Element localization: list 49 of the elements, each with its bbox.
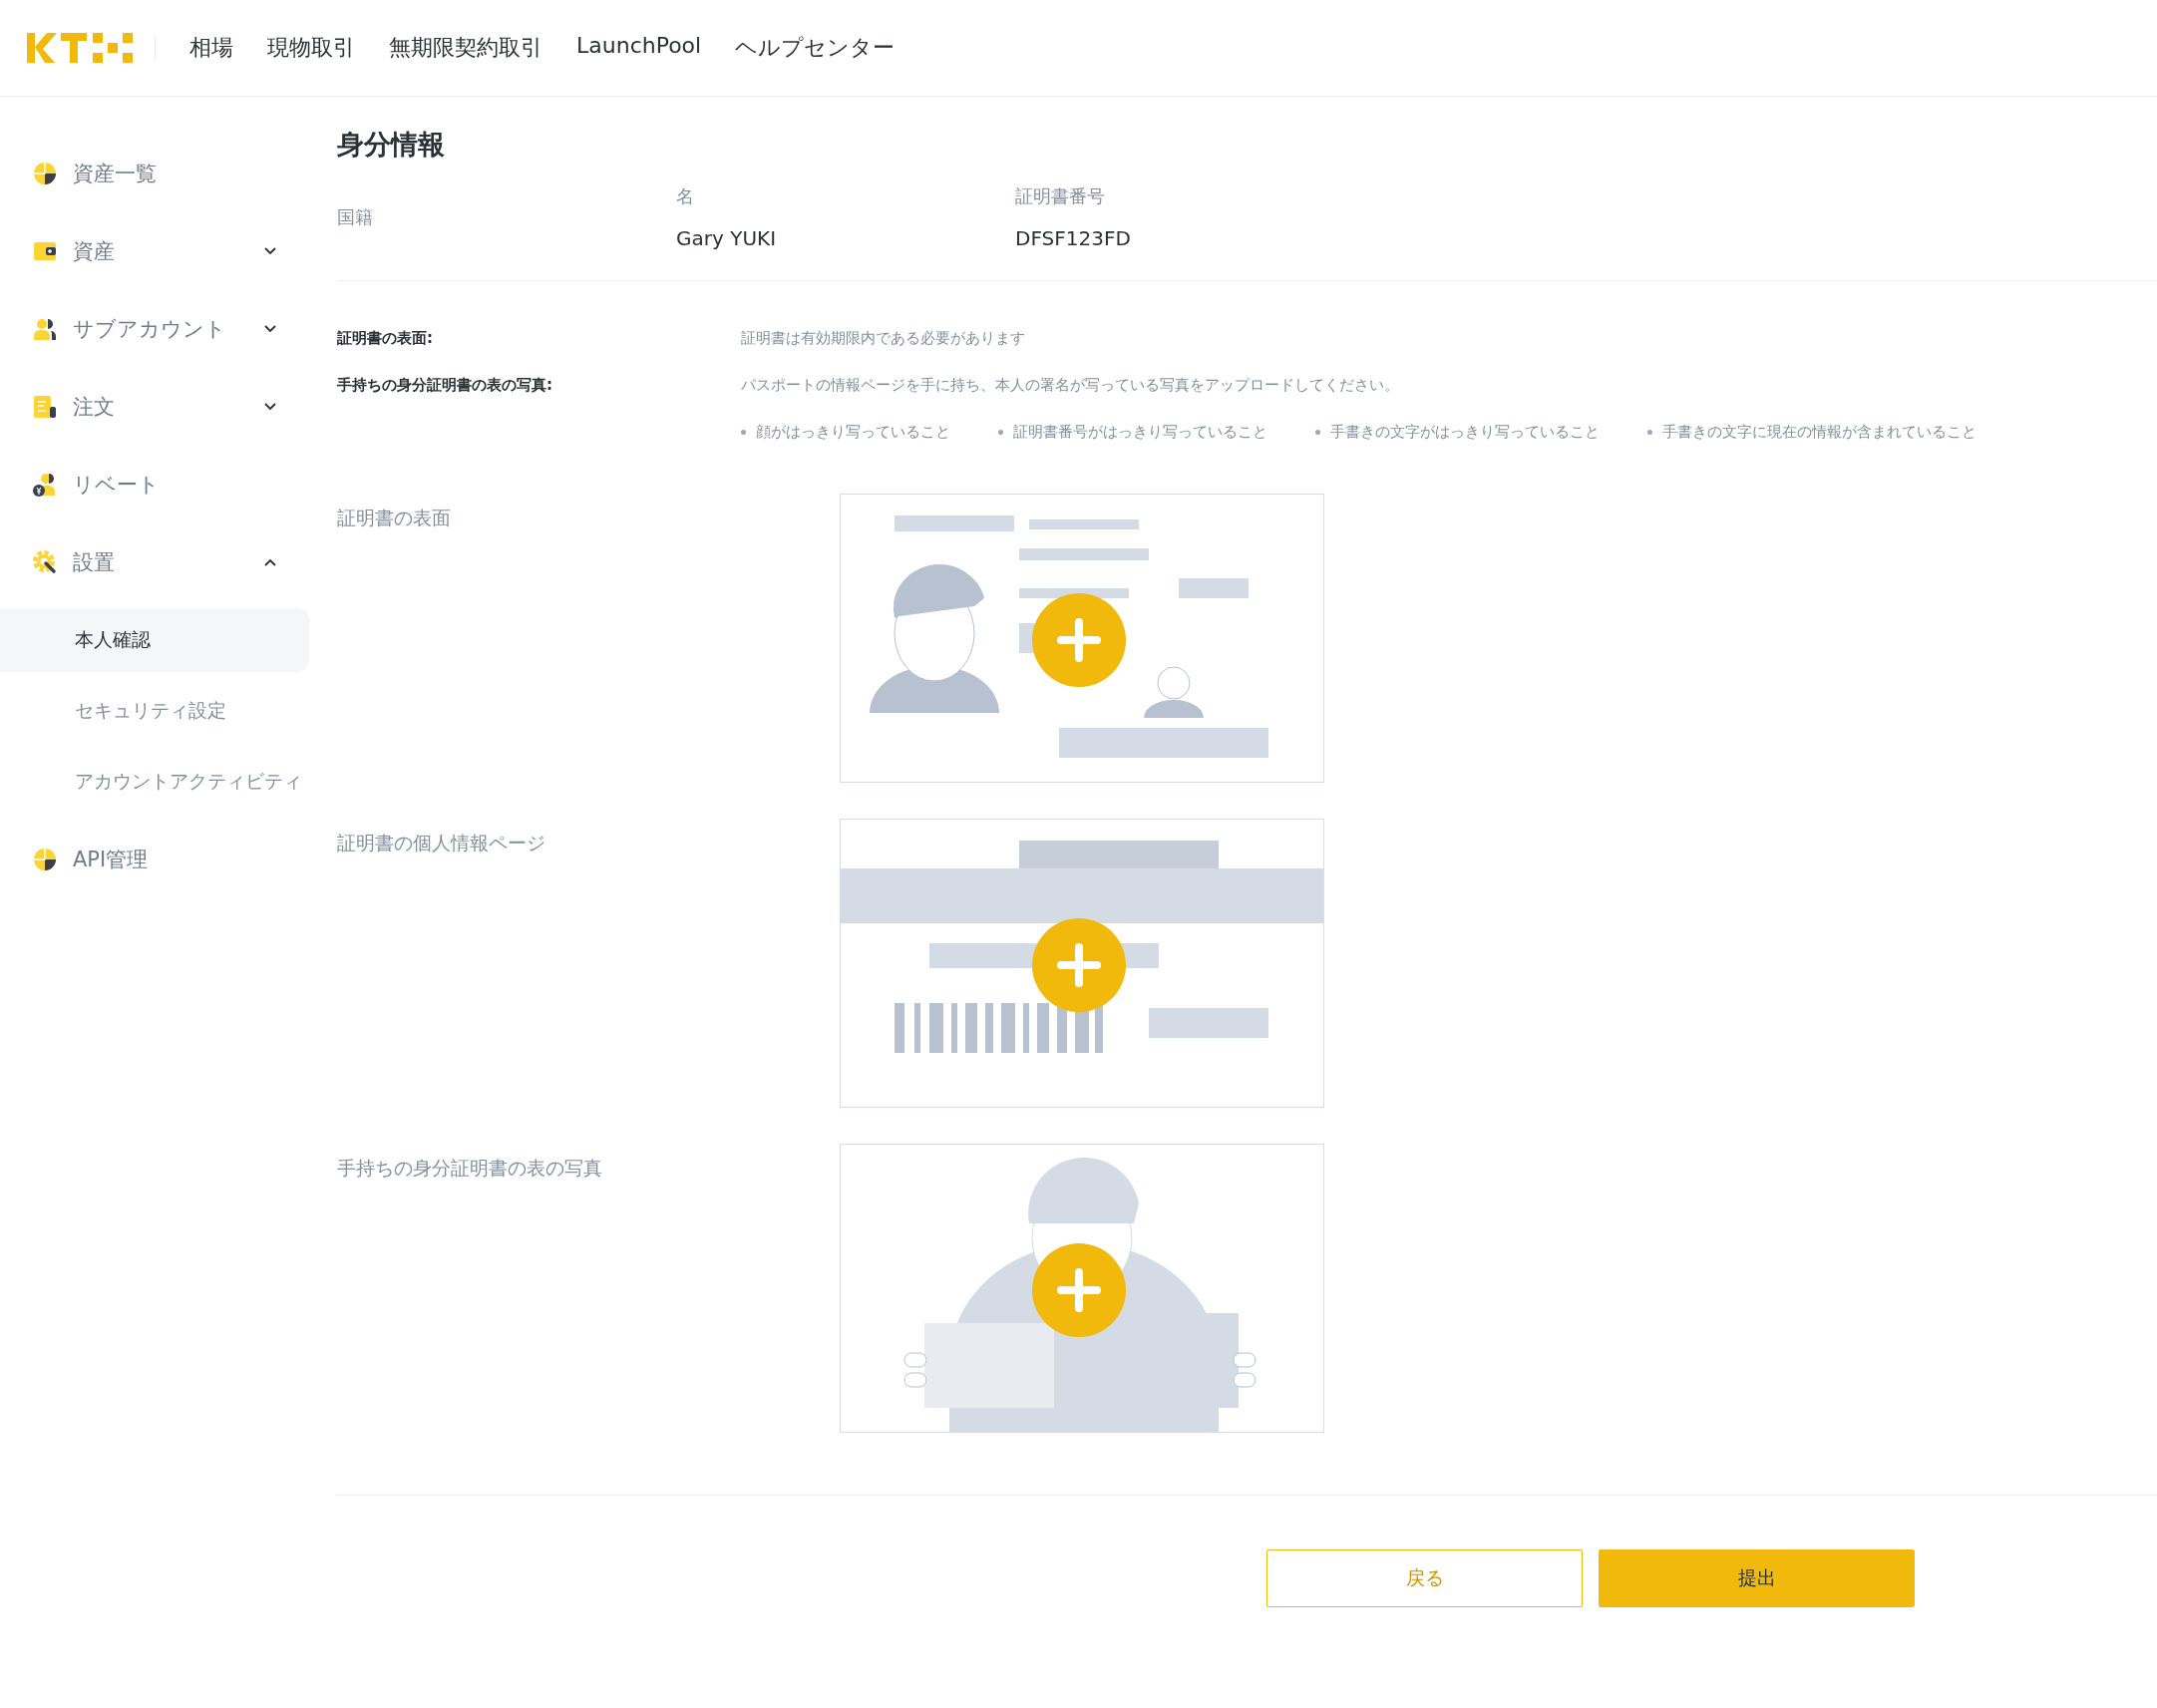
sidebar-item[interactable]: サブアカウント	[0, 290, 309, 368]
back-button[interactable]: 戻る	[1266, 1549, 1583, 1607]
nav-link[interactable]: 現物取引	[267, 33, 355, 63]
field-label: 名	[676, 184, 695, 208]
bullet-text: 手書きの文字がはっきり写っていること	[1330, 423, 1600, 442]
field-value: DFSF123FD	[1015, 226, 1132, 250]
logo-icon[interactable]	[27, 33, 133, 63]
sidebar-subitem[interactable]: アカウントアクティビティ	[0, 750, 309, 814]
nav-link[interactable]: ヘルプセンター	[735, 33, 896, 63]
sidebar-item[interactable]: 資産一覧	[0, 135, 309, 212]
plus-icon	[1057, 618, 1101, 662]
sidebar-item[interactable]: 注文	[0, 368, 309, 446]
nav-link[interactable]: 無期限契約取引	[389, 33, 542, 63]
field-label: 証明書番号	[1015, 184, 1106, 208]
bullet-text: 証明書番号がはっきり写っていること	[1013, 423, 1267, 442]
page-title: 身分情報	[337, 128, 446, 162]
pie-chart-icon	[33, 162, 57, 185]
requirement-label: 証明書の表面:	[337, 329, 434, 348]
sidebar-item[interactable]: 設置	[0, 523, 309, 601]
upload-label: 証明書の表面	[337, 506, 452, 530]
requirement-label: 手持ちの身分証明書の表の写真:	[337, 376, 553, 395]
nav-link[interactable]: LaunchPool	[576, 33, 702, 63]
sidebar-item[interactable]: API管理	[0, 821, 309, 898]
field-label: 国籍	[337, 205, 374, 229]
bullet-dot	[741, 430, 746, 435]
sidebar-subitem[interactable]: セキュリティ設定	[0, 679, 309, 743]
users-icon	[33, 317, 57, 341]
plus-icon	[1057, 943, 1101, 987]
wallet-icon	[33, 239, 57, 263]
plus-icon	[1057, 1268, 1101, 1312]
gear-wrench-icon	[33, 550, 57, 574]
field-value: Gary YUKI	[676, 226, 778, 250]
nav-link[interactable]: 相場	[189, 33, 233, 63]
pie-chart-icon	[33, 848, 57, 871]
requirement-text: パスポートの情報ページを手に持ち、本人の署名が写っている写真をアップロードしてください。	[741, 376, 1399, 395]
bullet-dot	[998, 430, 1003, 435]
sidebar-item[interactable]: リベート	[0, 446, 309, 523]
submit-button[interactable]: 提出	[1599, 1549, 1915, 1607]
sidebar-item[interactable]: 資産	[0, 212, 309, 290]
upload-label: 証明書の個人情報ページ	[337, 831, 546, 855]
sidebar-subitem[interactable]: 本人確認	[0, 608, 309, 672]
bullet-dot	[1315, 430, 1320, 435]
bullet-text: 顔がはっきり写っていること	[756, 423, 950, 442]
requirement-text: 証明書は有効期限内である必要があります	[741, 329, 1025, 348]
rebate-icon	[33, 473, 57, 497]
document-icon	[33, 395, 57, 419]
upload-label: 手持ちの身分証明書の表の写真	[337, 1156, 603, 1181]
bullet-dot	[1647, 430, 1652, 435]
bullet-text: 手書きの文字に現在の情報が含まれていること	[1662, 423, 1977, 442]
